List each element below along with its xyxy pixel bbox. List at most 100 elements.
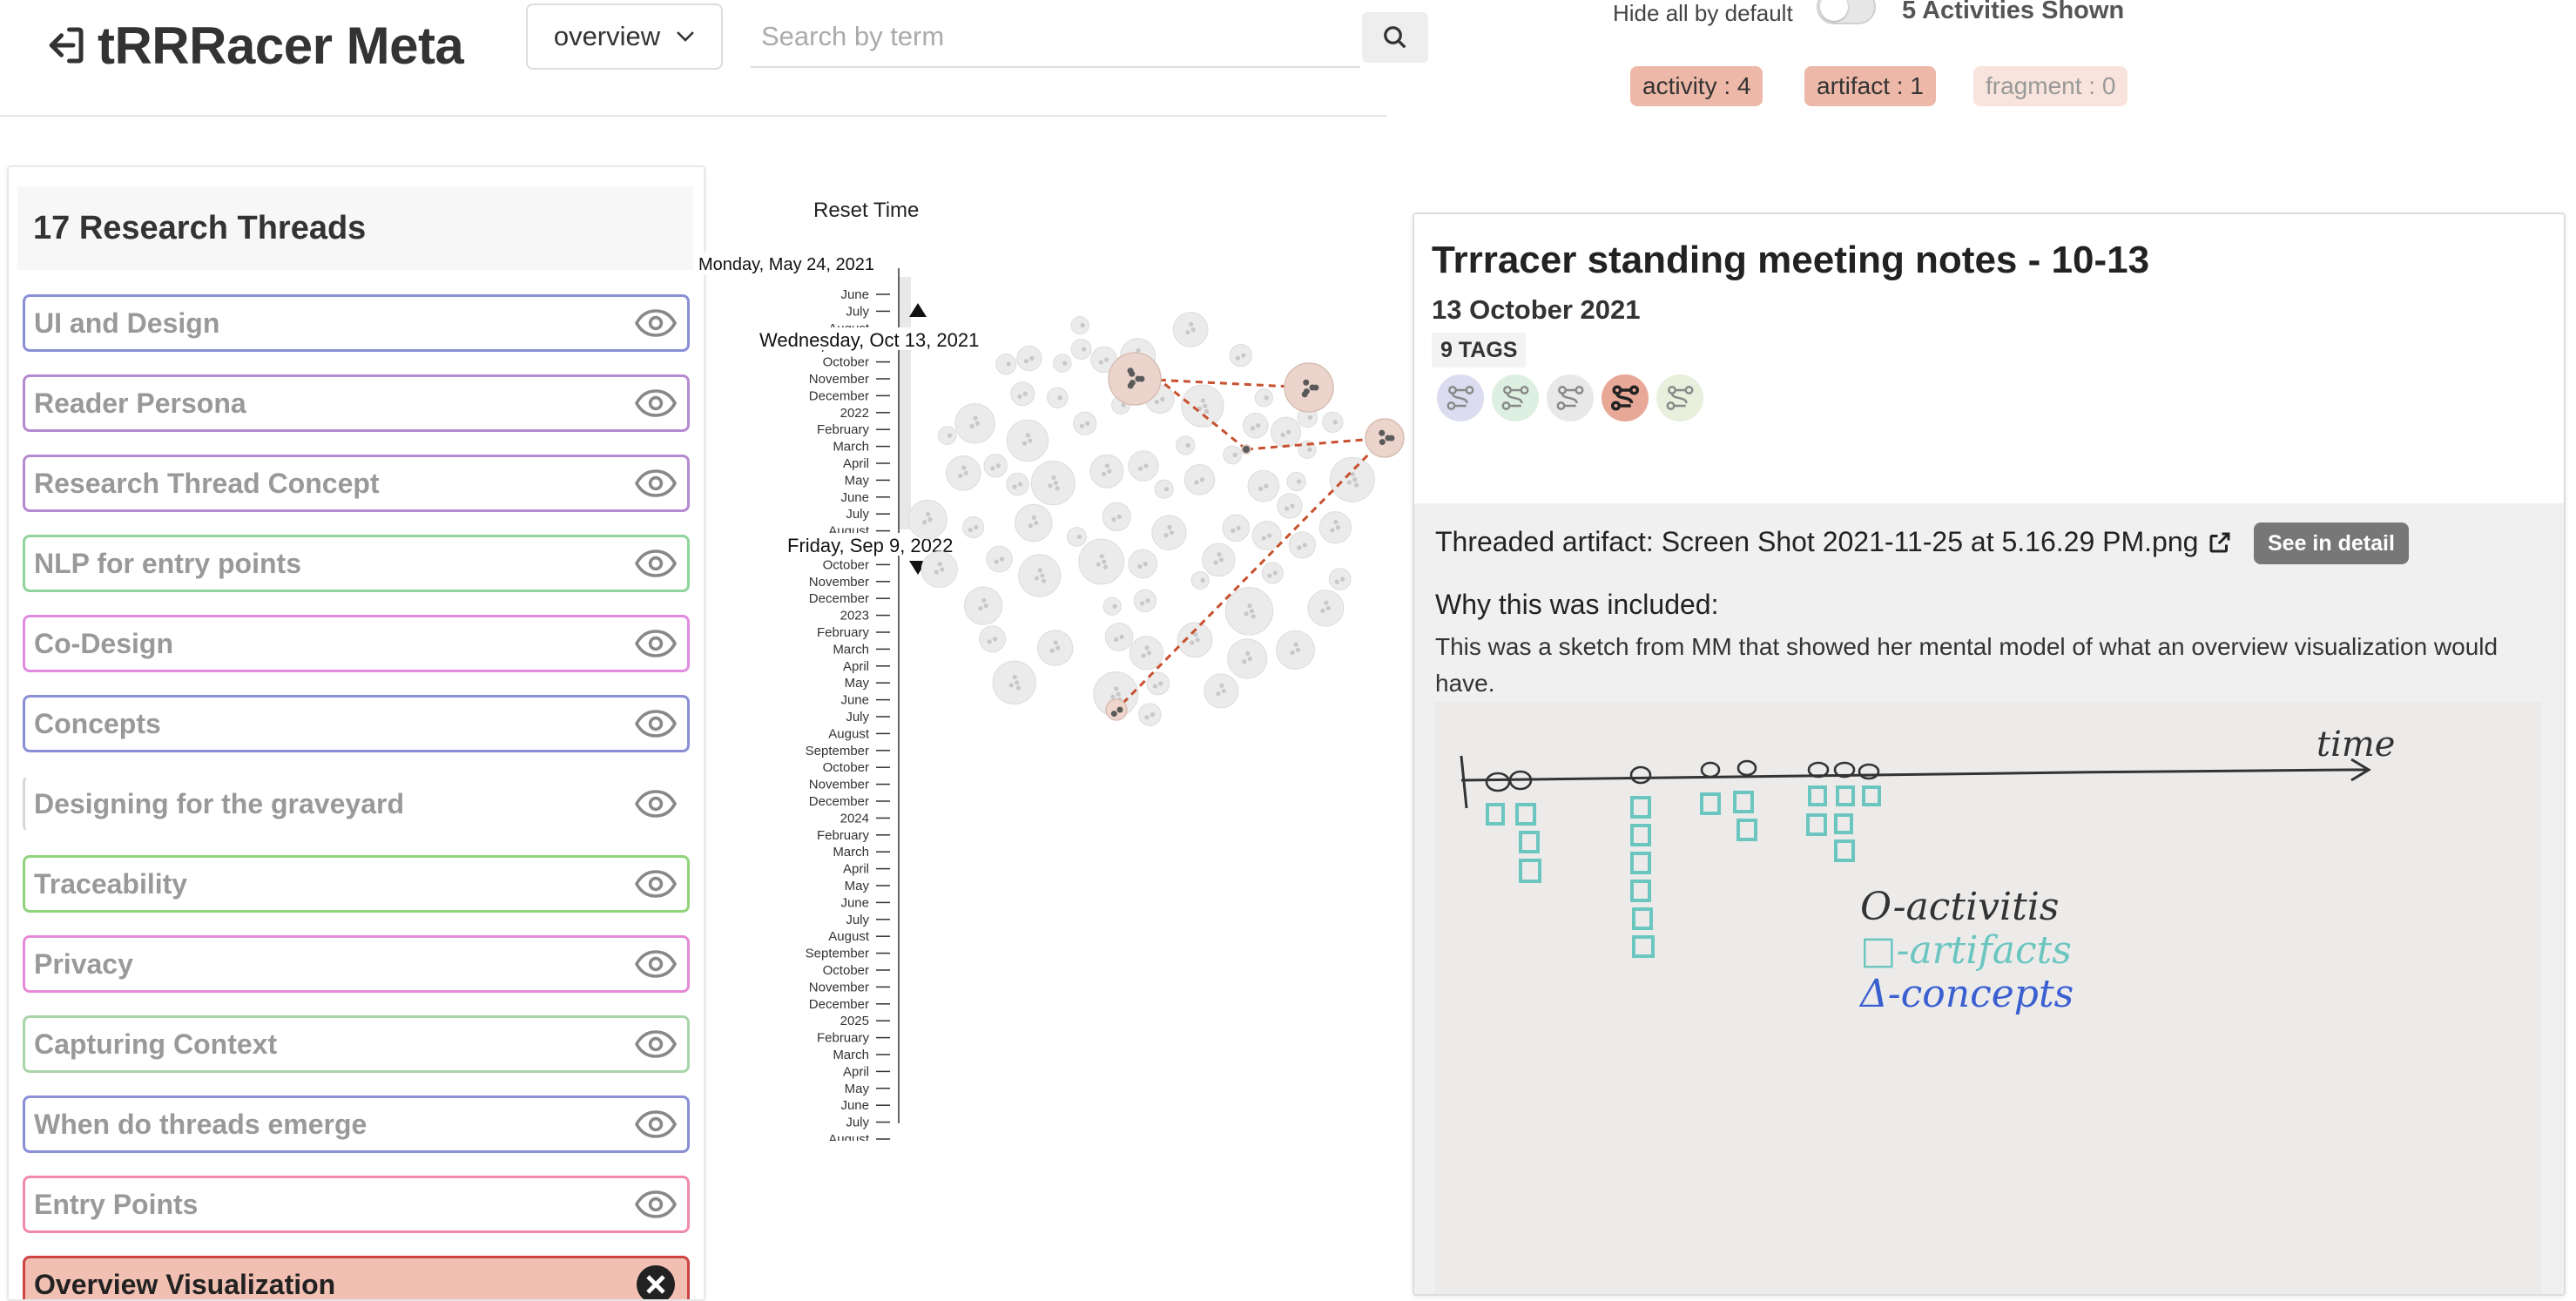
artifact-section: Threaded artifact: Screen Shot 2021-11-2… (1414, 503, 2564, 1294)
eye-icon[interactable] (635, 309, 677, 337)
thread-item[interactable]: Overview Visualization (23, 1256, 690, 1301)
eye-icon[interactable] (635, 389, 677, 417)
artifact-dot (1250, 426, 1255, 431)
eye-icon[interactable] (635, 630, 677, 657)
eye-icon[interactable] (635, 950, 677, 978)
timeline-month-label: October (823, 963, 869, 978)
reset-time-button[interactable]: Reset Time (813, 199, 919, 223)
activity-bubble (1073, 411, 1097, 435)
thread-item[interactable]: Concepts (23, 695, 690, 752)
highlighted-artifact-dot (1312, 384, 1319, 391)
activity-detail-panel: Trrracer standing meeting notes - 10-13 … (1413, 212, 2566, 1296)
sketch-time-label: time (2316, 725, 2395, 765)
artifact-dot (1012, 675, 1017, 680)
artifact-dot (963, 470, 968, 475)
eye-icon[interactable] (635, 549, 677, 577)
thread-tag-icon[interactable] (1602, 374, 1649, 421)
view-select[interactable]: overview (526, 3, 723, 70)
artifact-dot (1324, 600, 1329, 605)
timeline-month-label: May (845, 676, 870, 691)
activity-bubble (1070, 338, 1092, 360)
eye-icon[interactable] (635, 469, 677, 497)
eye-icon[interactable] (635, 1110, 677, 1138)
artifact-dot (1037, 568, 1042, 573)
artifact-dot (1023, 359, 1029, 364)
artifact-dot (1017, 482, 1023, 487)
activity-bubble (992, 660, 1036, 704)
activity-bubble (920, 550, 958, 589)
artifact-dot (1137, 564, 1143, 570)
activity-bubble (986, 545, 1013, 573)
see-in-detail-button[interactable]: See in detail (2254, 522, 2409, 564)
search-button[interactable] (1362, 12, 1428, 63)
highlighted-activity (1105, 698, 1128, 721)
timeline-selected-date: Wednesday, Oct 13, 2021 (759, 329, 979, 351)
activity-bubble (1229, 344, 1252, 367)
artifact-dot (1146, 650, 1152, 656)
thread-item[interactable]: Privacy (23, 935, 690, 993)
timeline-month-label: March (833, 845, 869, 859)
search-input[interactable] (751, 7, 1360, 68)
hide-all-toggle[interactable] (1817, 0, 1876, 24)
activity-bubble (1261, 562, 1284, 584)
artifact-dot (1200, 577, 1205, 583)
eye-icon[interactable] (635, 1030, 677, 1058)
eye-icon[interactable] (635, 1190, 677, 1218)
artifact-dot (1137, 466, 1143, 471)
sketch-legend-concepts: Δ-concepts (1858, 972, 2074, 1016)
artifact-dot (1025, 433, 1031, 438)
artifact-dot (1332, 420, 1338, 425)
thread-item[interactable]: Research Thread Concept (23, 455, 690, 512)
artifact-dot (1145, 598, 1150, 603)
thread-item[interactable]: Co-Design (23, 615, 690, 672)
tags-count-badge[interactable]: 9 TAGS (1432, 333, 1527, 367)
artifact-type-badge[interactable]: artifact : 1 (1804, 66, 1936, 106)
thread-tag-icon[interactable] (1547, 374, 1594, 421)
artifact-dot (1031, 515, 1036, 520)
activity-bubble (1176, 435, 1196, 455)
artifact-dot (1190, 327, 1196, 333)
activity-bubble (1016, 345, 1042, 372)
thread-item[interactable]: Traceability (23, 855, 690, 913)
eye-icon[interactable] (635, 790, 677, 818)
artifact-dot (1103, 564, 1109, 570)
eye-icon[interactable] (635, 870, 677, 898)
app-logo[interactable]: tRRRacer Meta (42, 12, 464, 78)
thread-item[interactable]: Designing for the graveyard (23, 775, 690, 833)
artifact-dot (1236, 525, 1241, 530)
artifact-dot (1231, 528, 1236, 534)
artifact-dot (1267, 573, 1272, 578)
artifact-image[interactable]: time O-activitis □-artifacts Δ-concepts (1435, 702, 2541, 1294)
thread-tag-icon[interactable] (1492, 374, 1539, 421)
eye-icon[interactable] (635, 710, 677, 738)
artifact-dot (1112, 603, 1117, 609)
thread-item[interactable]: Entry Points (23, 1176, 690, 1233)
artifact-dot (1139, 601, 1145, 606)
activity-bubble (983, 454, 1008, 478)
activity-bubble (1006, 419, 1049, 462)
thread-item[interactable]: Capturing Context (23, 1015, 690, 1073)
activity-type-badge[interactable]: activity : 4 (1630, 66, 1763, 106)
thread-item[interactable]: UI and Design (23, 294, 690, 352)
artifact-dot (1022, 391, 1028, 396)
artifact-label: Threaded artifact: Screen Shot 2021-11-2… (1435, 526, 2199, 557)
artifact-dot (961, 465, 967, 470)
timeline-month-label: December (809, 794, 869, 809)
thread-tag-icon[interactable] (1656, 374, 1703, 421)
activity-bubble (1183, 463, 1216, 495)
close-icon[interactable] (635, 1264, 677, 1301)
thread-tag-icon[interactable] (1437, 374, 1484, 421)
thread-item[interactable]: When do threads emerge (23, 1095, 690, 1153)
fragment-type-badge[interactable]: fragment : 0 (1973, 66, 2128, 106)
activity-bubble (1270, 416, 1302, 448)
view-select-value: overview (553, 21, 661, 51)
activity-bubble (962, 516, 985, 539)
artifact-link[interactable]: Threaded artifact: Screen Shot 2021-11-2… (1435, 526, 2233, 558)
activity-bubble (1070, 315, 1089, 335)
thread-item[interactable]: NLP for entry points (23, 535, 690, 592)
thread-item[interactable]: Reader Persona (23, 374, 690, 432)
activity-bubble (1190, 570, 1210, 590)
artifact-dot (1189, 321, 1194, 327)
artifact-dot (974, 421, 981, 426)
artifact-dot (1264, 395, 1269, 401)
